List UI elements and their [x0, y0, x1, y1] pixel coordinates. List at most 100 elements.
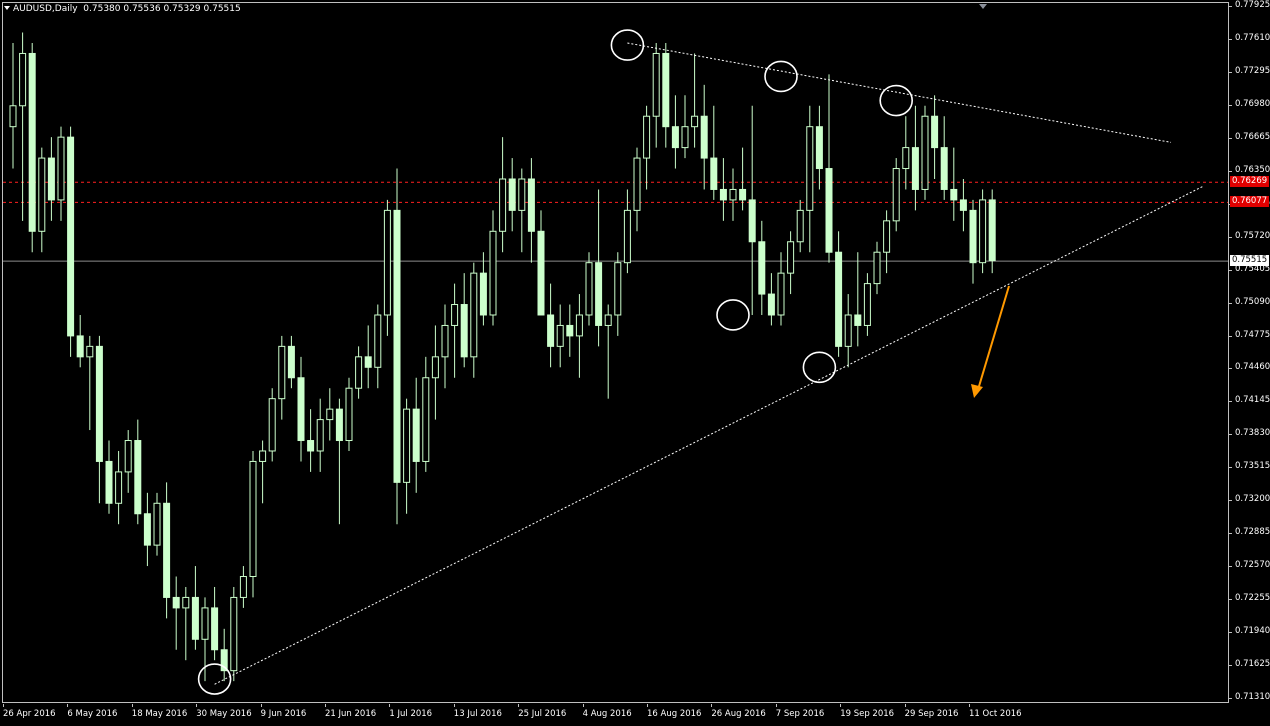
candle-body — [777, 272, 785, 316]
price-tick — [1229, 269, 1232, 271]
time-label: 21 Jun 2016 — [325, 709, 377, 719]
candle-body — [969, 209, 977, 264]
time-label: 4 Aug 2016 — [582, 709, 632, 719]
price-tick — [1229, 599, 1232, 601]
time-axis[interactable]: 26 Apr 2016 6 May 2016 18 May 2016 30 May 2… — [0, 704, 1229, 726]
candle-body — [153, 502, 161, 546]
price-label: 0.72255 — [1235, 593, 1270, 604]
price-label: 0.77610 — [1235, 32, 1270, 43]
red-level-badge-0: 0.76269 — [1230, 176, 1270, 188]
candle-body — [374, 314, 382, 368]
candle-body — [527, 178, 535, 232]
candle-body — [796, 209, 804, 243]
candle-body — [585, 262, 593, 316]
candle-body — [470, 272, 478, 358]
candle-body — [9, 105, 17, 128]
time-tick — [647, 704, 648, 707]
candle-body — [451, 304, 459, 326]
candle-body — [518, 178, 526, 211]
candle-body — [134, 440, 142, 515]
time-label: 30 May 2016 — [196, 709, 252, 719]
time-tick — [453, 704, 455, 707]
chart-window: AUDUSD,Daily 0.75380 0.75536 0.75329 0.7… — [0, 0, 1270, 726]
price-tick — [1229, 500, 1232, 502]
candle-body — [460, 304, 468, 358]
candle-body — [124, 440, 132, 473]
candle-body — [700, 115, 708, 159]
candle-body — [556, 324, 564, 347]
candle-body — [76, 335, 84, 358]
price-tick — [1229, 434, 1232, 436]
time-label: 18 May 2016 — [131, 709, 188, 719]
candle-body — [863, 283, 871, 326]
candle-body — [940, 147, 948, 190]
price-tick — [1229, 632, 1232, 634]
ohlc-values: 0.75380 0.75536 0.75329 0.75515 — [83, 4, 241, 14]
price-label: 0.76665 — [1235, 131, 1270, 142]
candle-body — [729, 188, 737, 201]
candle-body — [287, 345, 295, 379]
down-arrow-shaft — [976, 285, 1010, 394]
time-tick — [840, 704, 842, 707]
price-label: 0.75720 — [1235, 230, 1270, 241]
upper-resistance-trendline — [627, 42, 1172, 143]
price-label: 0.71625 — [1235, 659, 1270, 670]
price-label: 0.72885 — [1235, 527, 1270, 538]
price-tick — [1229, 665, 1232, 667]
candle-body — [921, 115, 929, 190]
candle-body — [854, 314, 862, 326]
candle-body — [403, 408, 411, 483]
candle-body — [835, 251, 843, 347]
time-tick — [969, 704, 970, 707]
candle-body — [47, 157, 55, 201]
price-label: 0.71940 — [1235, 626, 1270, 637]
time-tick — [3, 704, 4, 707]
price-label: 0.77295 — [1235, 65, 1270, 76]
time-label: 19 Sep 2016 — [840, 709, 895, 719]
candle-body — [326, 408, 334, 421]
candle-body — [499, 178, 507, 232]
price-tick — [1229, 38, 1232, 40]
red-level-badge-1: 0.76077 — [1230, 196, 1270, 208]
time-label: 9 Jun 2016 — [260, 709, 307, 719]
candle-body — [335, 408, 343, 442]
price-tick — [1229, 6, 1232, 7]
swing-point-circle-0 — [610, 29, 645, 61]
candle-body — [691, 115, 699, 128]
dropdown-triangle-icon[interactable] — [4, 6, 10, 10]
candle-body — [614, 262, 622, 316]
candle-body — [95, 345, 103, 462]
price-label: 0.72570 — [1235, 560, 1270, 571]
price-label: 0.74460 — [1235, 362, 1270, 373]
chart-shift-marker-icon[interactable] — [979, 4, 987, 9]
time-label: 25 Jul 2016 — [518, 709, 567, 719]
price-tick — [1229, 236, 1232, 238]
candle-body — [758, 241, 766, 295]
candle-body — [345, 387, 353, 442]
candle-body — [979, 199, 987, 264]
candle-body — [412, 408, 420, 462]
candle-body — [844, 314, 852, 347]
time-tick — [67, 704, 69, 707]
candle-body — [950, 188, 958, 201]
candle-body — [748, 199, 756, 243]
candle-body — [931, 115, 939, 149]
candle-body — [479, 272, 487, 316]
time-tick — [518, 704, 520, 707]
candle-body — [307, 440, 315, 452]
candle-body — [604, 314, 612, 326]
price-axis[interactable]: 0.77925 0.77610 0.77295 0.76980 0.76665 0.763… — [1229, 0, 1270, 704]
candle-body — [595, 262, 603, 326]
candlestick-chart[interactable] — [3, 3, 1229, 703]
candle-body — [364, 356, 372, 368]
candle-body — [902, 147, 910, 170]
candle-body — [268, 398, 276, 452]
candle-body — [767, 293, 775, 316]
candle-body — [652, 52, 660, 117]
candle-body — [959, 199, 967, 211]
candle-body — [806, 126, 814, 211]
swing-point-circle-3 — [716, 299, 750, 331]
time-label: 29 Sep 2016 — [904, 709, 959, 719]
time-tick — [582, 704, 584, 707]
chart-plot-area[interactable] — [2, 2, 1229, 703]
